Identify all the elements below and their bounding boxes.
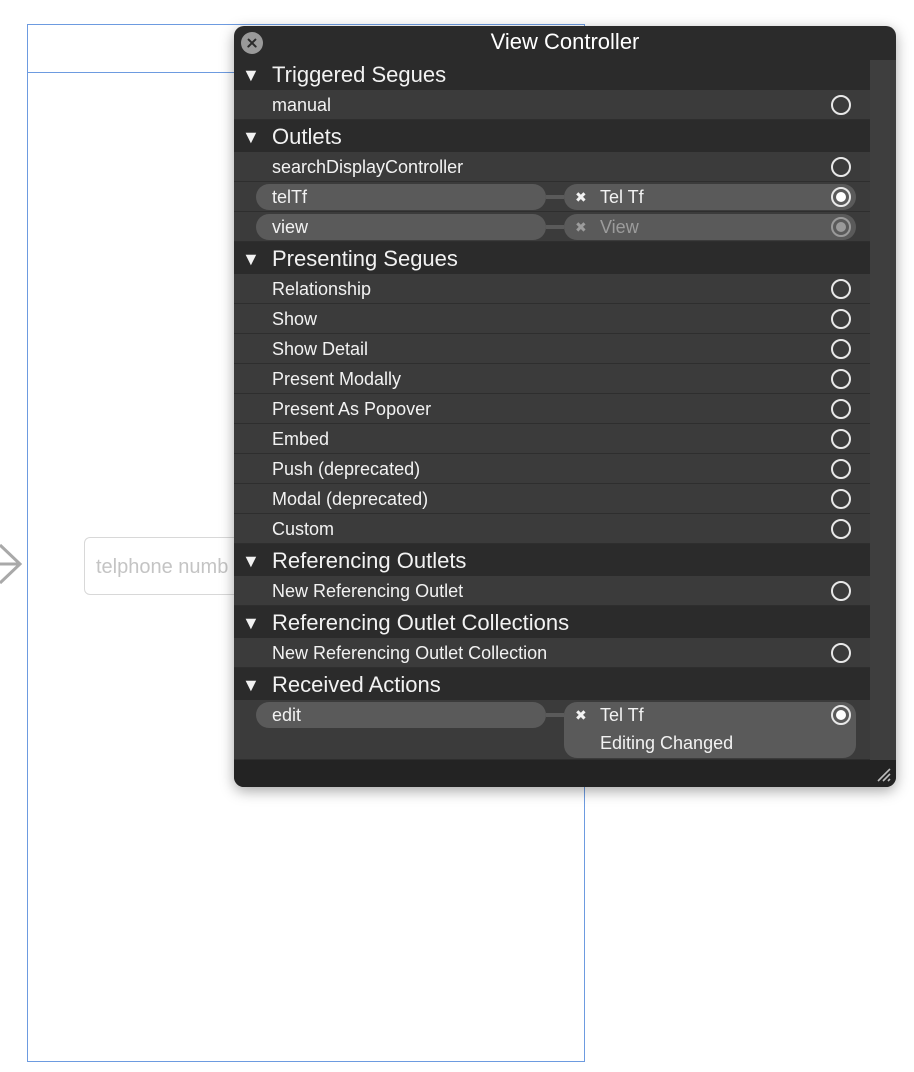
connection-line — [546, 225, 564, 229]
connection-row-view: view ✖ View — [234, 212, 870, 242]
outlet-name: telTf — [272, 187, 308, 207]
remove-connection-icon[interactable]: ✖ — [575, 702, 587, 728]
section-label: Referencing Outlets — [272, 548, 467, 573]
connection-circle-icon[interactable] — [831, 643, 851, 663]
section-label: Referencing Outlet Collections — [272, 610, 570, 635]
connection-target-pill[interactable]: ✖ View — [564, 214, 856, 240]
outlet-pill-view[interactable]: view — [256, 214, 546, 240]
connection-circle-icon[interactable] — [831, 279, 851, 299]
row-label: Modal (deprecated) — [272, 489, 429, 509]
connection-target-label: View — [600, 217, 639, 237]
connection-circle-icon[interactable] — [831, 157, 851, 177]
row-label: Embed — [272, 429, 330, 449]
segue-row-modal-deprecated: Modal (deprecated) — [234, 484, 870, 514]
action-pill-edit[interactable]: edit — [256, 702, 546, 728]
outlet-pill-teltf[interactable]: telTf — [256, 184, 546, 210]
segue-row-present-modally: Present Modally — [234, 364, 870, 394]
segue-row-present-as-popover: Present As Popover — [234, 394, 870, 424]
connection-circle-icon[interactable] — [831, 581, 851, 601]
connection-row-search-display-controller: searchDisplayController — [234, 152, 870, 182]
section-outlets[interactable]: ▼ Outlets — [234, 122, 870, 152]
connection-target-label: Tel Tf — [600, 705, 644, 725]
row-label: Relationship — [272, 279, 372, 299]
segue-row-custom: Custom — [234, 514, 870, 544]
hud-title: View Controller — [490, 29, 640, 54]
connections-hud: View Controller ▼ Triggered Segues manua… — [234, 26, 896, 787]
row-label: Show Detail — [272, 339, 369, 359]
connection-event-label: Editing Changed — [600, 733, 734, 753]
connection-circle-icon[interactable] — [831, 95, 851, 115]
remove-connection-icon[interactable]: ✖ — [575, 214, 587, 240]
connection-circle-icon[interactable] — [831, 519, 851, 539]
connection-row-edit: edit ✖ Tel Tf Editing Changed — [234, 700, 870, 760]
action-name: edit — [272, 705, 302, 725]
connection-target-pill[interactable]: ✖ Tel Tf — [564, 184, 856, 210]
section-referencing-outlet-collections[interactable]: ▼ Referencing Outlet Collections — [234, 608, 870, 638]
connection-circle-icon[interactable] — [831, 399, 851, 419]
connection-circle-icon[interactable] — [831, 459, 851, 479]
disclosure-triangle-icon[interactable]: ▼ — [242, 60, 260, 90]
segue-row-embed: Embed — [234, 424, 870, 454]
connection-target-label: Tel Tf — [600, 187, 644, 207]
connection-row-new-referencing-outlet-collection: New Referencing Outlet Collection — [234, 638, 870, 668]
connection-circle-icon[interactable] — [831, 489, 851, 509]
segue-row-push-deprecated: Push (deprecated) — [234, 454, 870, 484]
hud-scrollbar[interactable] — [870, 60, 896, 760]
section-presenting-segues[interactable]: ▼ Presenting Segues — [234, 244, 870, 274]
connection-line — [546, 195, 564, 199]
row-label: Push (deprecated) — [272, 459, 421, 479]
segue-row-relationship: Relationship — [234, 274, 870, 304]
connected-circle-icon[interactable] — [831, 217, 851, 237]
disclosure-triangle-icon[interactable]: ▼ — [242, 670, 260, 700]
hud-footer — [234, 760, 896, 787]
connection-circle-icon[interactable] — [831, 309, 851, 329]
connection-circle-icon[interactable] — [831, 429, 851, 449]
segue-row-show: Show — [234, 304, 870, 334]
entry-point-arrow-icon — [0, 543, 23, 585]
disclosure-triangle-icon[interactable]: ▼ — [242, 122, 260, 152]
section-label: Triggered Segues — [272, 62, 447, 87]
connection-target-pill[interactable]: ✖ Tel Tf Editing Changed — [564, 702, 856, 758]
row-label: Custom — [272, 519, 335, 539]
connection-line — [546, 713, 564, 717]
connection-row-manual: manual — [234, 90, 870, 120]
row-label: New Referencing Outlet Collection — [272, 643, 548, 663]
segue-row-show-detail: Show Detail — [234, 334, 870, 364]
row-label: Present As Popover — [272, 399, 432, 419]
connection-circle-icon[interactable] — [831, 339, 851, 359]
row-label: New Referencing Outlet — [272, 581, 464, 601]
remove-connection-icon[interactable]: ✖ — [575, 184, 587, 210]
connected-circle-icon[interactable] — [831, 705, 851, 725]
row-label: manual — [272, 95, 332, 115]
disclosure-triangle-icon[interactable]: ▼ — [242, 608, 260, 638]
close-icon[interactable] — [241, 32, 263, 54]
section-referencing-outlets[interactable]: ▼ Referencing Outlets — [234, 546, 870, 576]
disclosure-triangle-icon[interactable]: ▼ — [242, 244, 260, 274]
section-label: Received Actions — [272, 672, 441, 697]
section-received-actions[interactable]: ▼ Received Actions — [234, 670, 870, 700]
section-triggered-segues[interactable]: ▼ Triggered Segues — [234, 60, 870, 90]
row-label: searchDisplayController — [272, 157, 464, 177]
resize-grip-icon[interactable] — [874, 765, 892, 783]
connected-circle-icon[interactable] — [831, 187, 851, 207]
row-label: Present Modally — [272, 369, 402, 389]
disclosure-triangle-icon[interactable]: ▼ — [242, 546, 260, 576]
section-label: Presenting Segues — [272, 246, 458, 271]
outlet-name: view — [272, 217, 309, 237]
row-label: Show — [272, 309, 318, 329]
section-label: Outlets — [272, 124, 342, 149]
connection-circle-icon[interactable] — [831, 369, 851, 389]
connection-row-teltf: telTf ✖ Tel Tf — [234, 182, 870, 212]
connection-row-new-referencing-outlet: New Referencing Outlet — [234, 576, 870, 606]
